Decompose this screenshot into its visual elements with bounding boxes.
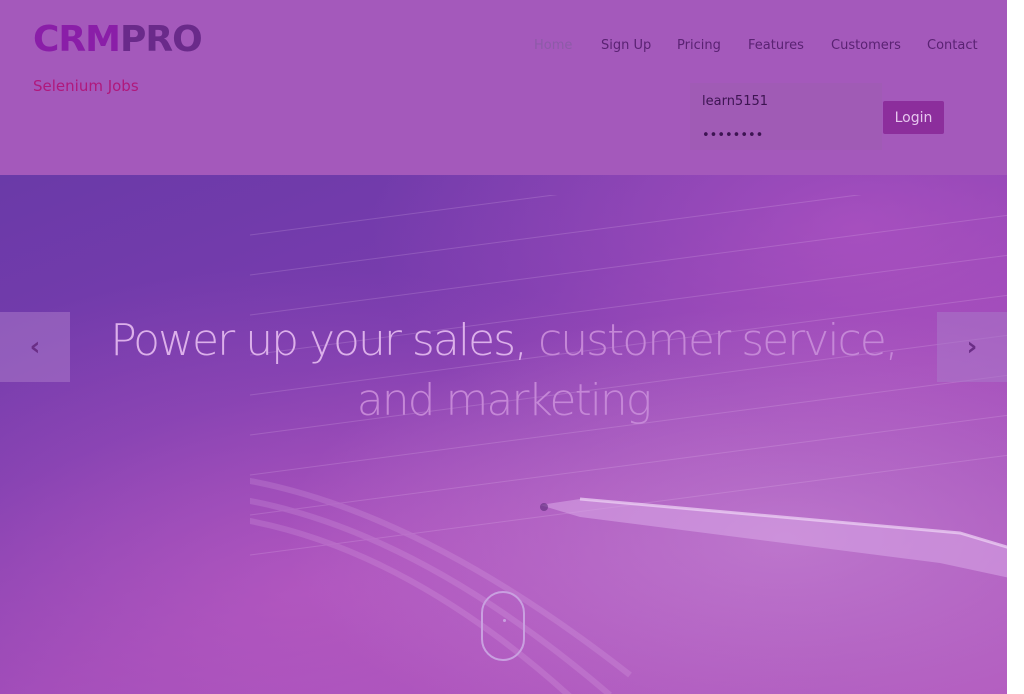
nav-contact[interactable]: Contact: [927, 36, 978, 56]
login-button[interactable]: Login: [883, 101, 944, 134]
page: CRMPRO Selenium Jobs Home Sign Up Pricin…: [0, 0, 1007, 694]
hero-headline: Power up your sales, customer service, a…: [70, 311, 937, 431]
carousel-next-button[interactable]: ›: [937, 312, 1007, 382]
pen-image: [540, 497, 1007, 578]
tagline-link[interactable]: Selenium Jobs: [33, 76, 139, 96]
login-form: [690, 83, 882, 150]
mouse-wheel-dot: [503, 619, 506, 622]
logo[interactable]: CRMPRO: [33, 16, 203, 64]
nav-pricing[interactable]: Pricing: [677, 36, 721, 56]
nav-features[interactable]: Features: [748, 36, 804, 56]
site-header: CRMPRO Selenium Jobs Home Sign Up Pricin…: [0, 0, 1007, 175]
nav-sign-up[interactable]: Sign Up: [601, 36, 651, 56]
mouse-scroll-icon[interactable]: [481, 591, 525, 661]
hero-headline-part1: Power up your sales,: [110, 315, 528, 366]
nav-home[interactable]: Home: [534, 36, 572, 56]
carousel-prev-button[interactable]: ‹: [0, 312, 70, 382]
username-input[interactable]: [702, 91, 872, 111]
logo-crm: CRM: [33, 19, 121, 60]
password-input[interactable]: [702, 125, 872, 145]
chevron-left-icon: ‹: [29, 332, 41, 362]
nav-customers[interactable]: Customers: [831, 36, 901, 56]
notebook-background: [250, 195, 1007, 694]
chevron-right-icon: ›: [966, 332, 978, 362]
page-edge: [1007, 0, 1024, 694]
logo-pro: PRO: [119, 19, 203, 60]
hero-carousel: Power up your sales, customer service, a…: [0, 175, 1007, 694]
